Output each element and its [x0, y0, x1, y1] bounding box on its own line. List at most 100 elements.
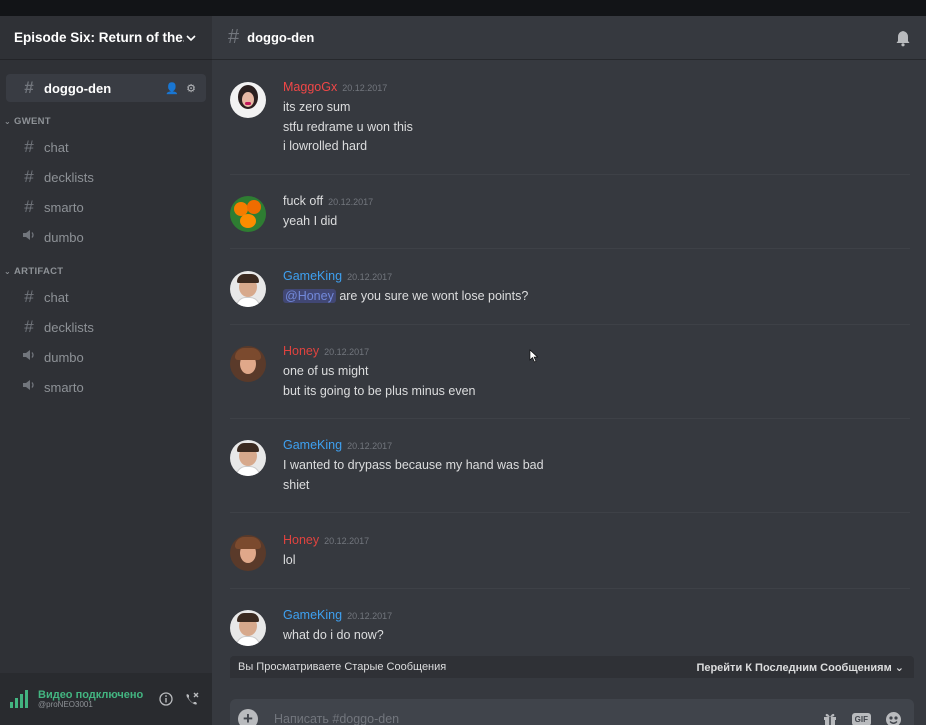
author-name[interactable]: MaggoGx [283, 80, 337, 94]
user-mention[interactable]: @Honey [283, 289, 336, 303]
channel-label: smarto [44, 379, 84, 395]
old-messages-text: Вы Просматриваете Старые Сообщения [238, 661, 447, 673]
channel-doggo-den[interactable]: # doggo-den 👤 ⚙ [6, 74, 206, 102]
message-text: I wanted to drypass because my hand was … [283, 458, 544, 472]
channel-list: # doggo-den 👤 ⚙ ⌄ GWENT # chat # decklis… [0, 60, 212, 402]
channel-chat[interactable]: # chat [6, 132, 206, 162]
signal-icon [10, 690, 28, 708]
hash-icon: # [24, 137, 34, 156]
timestamp: 20.12.2017 [347, 441, 393, 451]
author-name[interactable]: Honey [283, 344, 319, 358]
message-list: MaggoGx 20.12.2017 its zero sum stfu red… [212, 60, 926, 655]
channel-sidebar: Episode Six: Return of the... # doggo-de… [0, 16, 212, 725]
message: GameKing 20.12.2017 what do i do now? [212, 608, 912, 646]
message-text: are you sure we wont lose points? [339, 289, 529, 303]
chevron-down-icon: ⌄ [894, 661, 904, 674]
hash-icon: # [24, 317, 34, 336]
author-name[interactable]: GameKing [283, 438, 342, 452]
voice-user: @proNEO3001 [38, 699, 93, 709]
message: Honey 20.12.2017 one of us might but its… [212, 344, 912, 401]
channel-label: decklists [44, 169, 94, 185]
bell-icon[interactable] [894, 29, 912, 47]
hash-icon: # [24, 287, 34, 306]
message-text: yeah I did [283, 214, 338, 228]
avatar[interactable] [230, 610, 266, 646]
upload-plus-icon[interactable]: + [238, 709, 258, 725]
channel-label: dumbo [44, 229, 84, 245]
channel-label: chat [44, 289, 69, 305]
voice-status-text[interactable]: Видео подключено [38, 689, 150, 701]
avatar[interactable] [230, 535, 266, 571]
message-divider [230, 418, 910, 419]
message-text: shiet [283, 477, 310, 492]
channel-smarto[interactable]: # smarto [6, 192, 206, 222]
category-label: GWENT [14, 115, 51, 127]
message: GameKing 20.12.2017 @Honey are you sure … [212, 269, 912, 307]
channel-label: smarto [44, 199, 84, 215]
jump-to-present-button[interactable]: Перейти К Последним Сообщениям ⌄ [696, 661, 904, 674]
chevron-down-icon [186, 34, 196, 41]
message-input[interactable] [274, 712, 808, 725]
server-name: Episode Six: Return of the... [14, 30, 184, 45]
channel-label: decklists [44, 319, 94, 335]
mouse-cursor-icon [529, 349, 539, 363]
chevron-down-icon: ⌄ [4, 116, 12, 126]
category-label: ARTIFACT [14, 265, 64, 277]
emoji-icon[interactable] [885, 711, 902, 725]
category-gwent[interactable]: ⌄ GWENT [0, 112, 212, 130]
invite-icon[interactable]: 👤 [165, 82, 179, 95]
server-header[interactable]: Episode Six: Return of the... [0, 16, 212, 60]
top-strip [0, 0, 926, 16]
message-text: but its going to be plus minus even [283, 383, 476, 398]
message-text: one of us might [283, 364, 369, 378]
message-text: its zero sum [283, 100, 351, 114]
voice-channel-dumbo[interactable]: dumbo [6, 342, 206, 372]
voice-status-panel: Видео подключено @proNEO3001 [0, 673, 212, 725]
message-divider [230, 512, 910, 513]
avatar[interactable] [230, 440, 266, 476]
message-text: i lowrolled hard [283, 139, 368, 153]
gear-icon[interactable]: ⚙ [186, 82, 196, 95]
timestamp: 20.12.2017 [347, 611, 393, 621]
channel-decklists[interactable]: # decklists [6, 312, 206, 342]
message-divider [230, 248, 910, 249]
channel-title: doggo-den [247, 30, 315, 45]
message-divider [230, 324, 910, 325]
avatar[interactable] [230, 271, 266, 307]
speaker-icon [20, 347, 38, 367]
disconnect-call-icon[interactable] [182, 689, 202, 709]
voice-channel-smarto[interactable]: smarto [6, 372, 206, 402]
author-name[interactable]: GameKing [283, 608, 342, 622]
message-text: what do i do now? [283, 628, 384, 642]
chevron-down-icon: ⌄ [4, 266, 12, 276]
timestamp: 20.12.2017 [347, 272, 393, 282]
chat-area: # doggo-den MaggoGx 20.12.2017 its zero … [212, 16, 926, 725]
avatar[interactable] [230, 82, 266, 118]
message: Honey 20.12.2017 lol [212, 533, 912, 571]
avatar[interactable] [230, 346, 266, 382]
channel-label: chat [44, 139, 69, 155]
message: fuck off 20.12.2017 yeah I did [212, 194, 912, 232]
message: GameKing 20.12.2017 I wanted to drypass … [212, 438, 912, 495]
message-divider [230, 588, 910, 589]
speaker-icon [20, 377, 38, 397]
channel-decklists[interactable]: # decklists [6, 162, 206, 192]
voice-channel-dumbo[interactable]: dumbo [6, 222, 206, 252]
gif-icon[interactable]: GIF [851, 712, 871, 725]
message: MaggoGx 20.12.2017 its zero sum stfu red… [212, 80, 912, 157]
channel-chat[interactable]: # chat [6, 282, 206, 312]
info-icon[interactable] [156, 689, 176, 709]
author-name[interactable]: GameKing [283, 269, 342, 283]
timestamp: 20.12.2017 [324, 536, 370, 546]
author-name[interactable]: Honey [283, 533, 319, 547]
timestamp: 20.12.2017 [328, 197, 374, 207]
category-artifact[interactable]: ⌄ ARTIFACT [0, 262, 212, 280]
viewing-old-messages-bar: Вы Просматриваете Старые Сообщения Перей… [230, 656, 914, 678]
timestamp: 20.12.2017 [342, 83, 388, 93]
chat-header: # doggo-den [212, 16, 926, 60]
gift-icon[interactable] [822, 711, 838, 725]
author-name[interactable]: fuck off [283, 194, 323, 208]
message-text: lol [283, 553, 296, 567]
avatar[interactable] [230, 196, 266, 232]
message-composer: + GIF [230, 699, 914, 725]
